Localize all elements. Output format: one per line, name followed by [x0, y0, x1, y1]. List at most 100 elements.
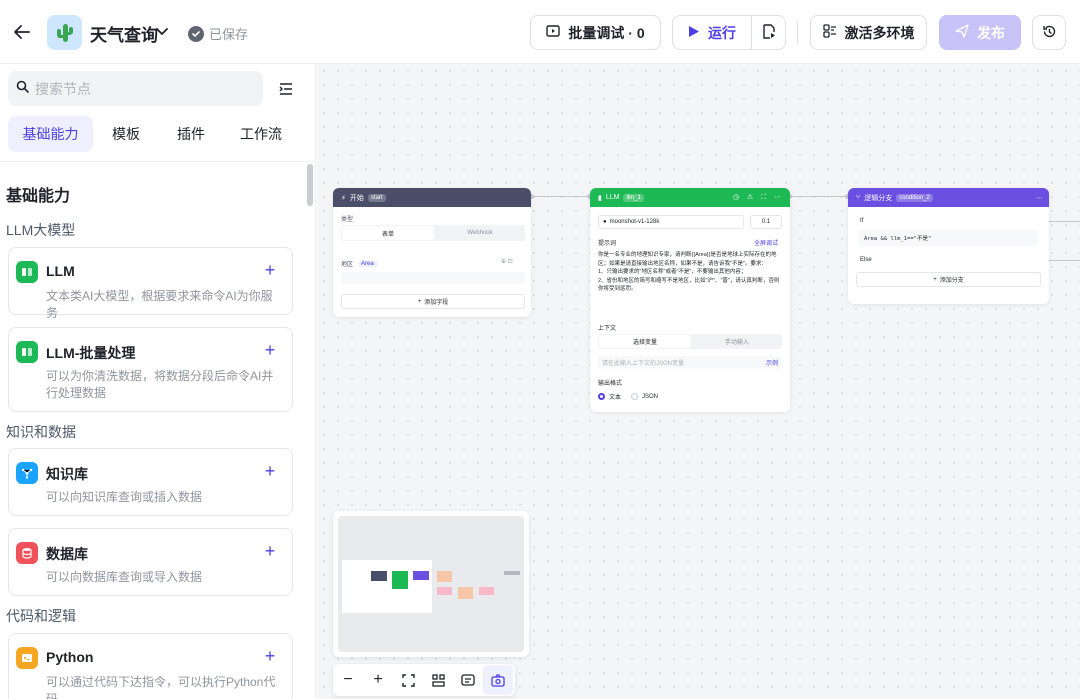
node-sidebar: 基础能力 模板 插件 工作流 基础能力 LLM大模型 LLM 文本类AI大模型，…	[0, 64, 316, 699]
sidebar-scrollbar[interactable]	[307, 164, 313, 206]
type-label: 类型	[341, 217, 354, 223]
search-icon	[16, 80, 29, 98]
zoom-out-icon[interactable]: −	[333, 665, 363, 695]
run-options-button[interactable]	[752, 15, 786, 50]
history-button[interactable]	[1032, 15, 1066, 50]
play-square-icon	[546, 24, 561, 41]
fit-view-icon[interactable]	[393, 665, 423, 695]
node-desc: 可以通过代码下达指令，可以执行Python代码	[46, 675, 276, 699]
batch-debug-label: 批量调试 · 0	[568, 24, 645, 41]
knowledge-icon	[16, 462, 38, 484]
search-box	[8, 71, 263, 106]
history-icon	[1042, 24, 1057, 42]
minimap-node	[504, 571, 520, 575]
radio-unchecked-icon[interactable]	[631, 393, 639, 400]
llm-icon	[16, 261, 38, 283]
tab-plugins[interactable]: 插件	[159, 116, 223, 152]
back-arrow-icon[interactable]	[10, 20, 34, 44]
mode-form[interactable]: 表单	[342, 226, 434, 240]
if-label: If	[860, 218, 864, 224]
llm-node-actions-icon[interactable]: ◷ ⚠ ⛶ ⋯	[733, 193, 784, 202]
node-name: LLM	[46, 263, 75, 279]
if-expression[interactable]: Area && llm_1=="不是"	[858, 230, 1038, 246]
add-field-button[interactable]: + 添加字段	[341, 294, 525, 309]
cond-node-title: 逻辑分支	[864, 194, 893, 202]
start-node[interactable]: ⚡ 开始 start 类型 表单 Webhook 地区 Area ⊕ ⊡ + 添…	[333, 188, 531, 317]
node-desc: 可以向知识库查询或插入数据	[46, 490, 203, 504]
env-label: 激活多环境	[844, 24, 915, 41]
radio-checked-icon[interactable]	[598, 393, 605, 400]
add-plus-icon[interactable]: +	[262, 461, 278, 481]
minimap-node	[437, 587, 452, 595]
minimap[interactable]	[333, 511, 529, 657]
model-name: moonshot-v1-128k	[609, 219, 660, 225]
zoom-toolbar: − +	[333, 664, 515, 696]
edge-if-out	[1049, 221, 1080, 222]
comment-icon[interactable]	[453, 665, 483, 695]
auto-layout-icon[interactable]	[423, 665, 453, 695]
output-json-option[interactable]: JSON	[642, 394, 658, 400]
context-label: 上下文	[598, 326, 617, 332]
python-icon	[16, 647, 38, 669]
field-input[interactable]	[341, 272, 525, 284]
tab-workflows[interactable]: 工作流	[223, 116, 299, 152]
model-select[interactable]: ● moonshot-v1-128k	[598, 215, 744, 229]
llm-node-header: ▮ LLM llm_1 ◷ ⚠ ⛶ ⋯	[590, 188, 790, 207]
context-tab-var[interactable]: 选择变量	[599, 335, 691, 348]
node-card-llm-batch[interactable]: LLM-批量处理 可以为你清洗数据，将数据分段后命令AI并行处理数据 +	[8, 327, 293, 412]
minimap-llm	[392, 571, 408, 589]
node-card-llm[interactable]: LLM 文本类AI大模型，根据要求来命令AI为你服务 +	[8, 247, 293, 320]
workflow-canvas[interactable]: ⚡ 开始 start 类型 表单 Webhook 地区 Area ⊕ ⊡ + 添…	[317, 64, 1080, 699]
env-icon	[822, 24, 837, 41]
batch-debug-button[interactable]: 批量调试 · 0	[530, 15, 661, 50]
field-tag: Area	[358, 260, 377, 267]
zoom-in-icon[interactable]: +	[363, 665, 393, 695]
more-icon[interactable]: ⋯	[1036, 194, 1043, 202]
edge-else-out	[1049, 260, 1080, 261]
add-branch-button[interactable]: + 添加分支	[856, 272, 1041, 287]
run-button[interactable]: 运行	[672, 15, 752, 50]
search-input[interactable]	[35, 80, 245, 97]
collapse-menu-icon[interactable]	[276, 79, 296, 99]
add-plus-icon[interactable]: +	[262, 260, 278, 280]
node-card-database[interactable]: 数据库 可以向数据库查询或导入数据 +	[8, 528, 293, 596]
node-desc: 文本类AI大模型，根据要求来命令AI为你服务	[46, 289, 273, 320]
mode-webhook[interactable]: Webhook	[435, 225, 525, 241]
start-node-title: 开始	[349, 194, 364, 202]
condition-node[interactable]: ⑂ 逻辑分支 condition_2 ⋯ If Area && llm_1=="…	[848, 188, 1049, 304]
toolbar-divider	[797, 22, 798, 44]
minimap-viewport	[338, 516, 524, 652]
add-plus-icon[interactable]: +	[262, 541, 278, 561]
llm-batch-icon	[16, 341, 38, 363]
add-branch-label: 添加分支	[939, 278, 964, 284]
prompt-text[interactable]: 你是一名专业的地理知识专家，请判断{{Area}}是否是地球上实际存在的地区；如…	[598, 251, 782, 294]
prompt-debug-link[interactable]: 全屏调试	[754, 238, 778, 247]
chevron-down-icon[interactable]	[154, 24, 170, 40]
node-name: Python	[46, 649, 94, 665]
cond-node-tag: condition_2	[896, 193, 933, 202]
minimap-view-rect	[342, 560, 432, 613]
output-text-option[interactable]: 文本	[609, 392, 621, 401]
node-card-python[interactable]: Python 可以通过代码下达指令，可以执行Python代码 +	[8, 633, 293, 699]
edge-llm-cond	[790, 196, 848, 197]
context-tab-manual[interactable]: 手动输入	[692, 334, 782, 349]
tab-templates[interactable]: 模板	[93, 116, 159, 152]
context-input[interactable]: 请在此输入上下文的JSON变量 示例	[598, 356, 782, 369]
field-actions-icon[interactable]: ⊕ ⊡	[501, 258, 513, 265]
publish-button[interactable]: 发布	[939, 15, 1021, 50]
field-row[interactable]: 地区 Area	[341, 259, 377, 268]
plus-icon: +	[933, 276, 937, 283]
screenshot-icon[interactable]	[483, 665, 513, 695]
add-plus-icon[interactable]: +	[262, 646, 278, 666]
check-circle-icon	[188, 25, 204, 42]
prompt-label: 提示词	[598, 241, 617, 247]
activate-env-button[interactable]: 激活多环境	[810, 15, 927, 50]
add-plus-icon[interactable]: +	[262, 340, 278, 360]
top-bar: 天气查询 已保存 批量调试 · 0 运行 激活多环境 发布	[0, 0, 1080, 64]
llm-node[interactable]: ▮ LLM llm_1 ◷ ⚠ ⛶ ⋯ ● moonshot-v1-128k 0…	[590, 188, 790, 412]
lightning-icon: ⚡	[341, 194, 346, 202]
context-example-link[interactable]: 示例	[766, 358, 778, 367]
temperature-input[interactable]: 0.1	[750, 215, 782, 229]
node-card-knowledge[interactable]: 知识库 可以向知识库查询或插入数据 +	[8, 448, 293, 516]
tab-basic[interactable]: 基础能力	[8, 116, 93, 152]
